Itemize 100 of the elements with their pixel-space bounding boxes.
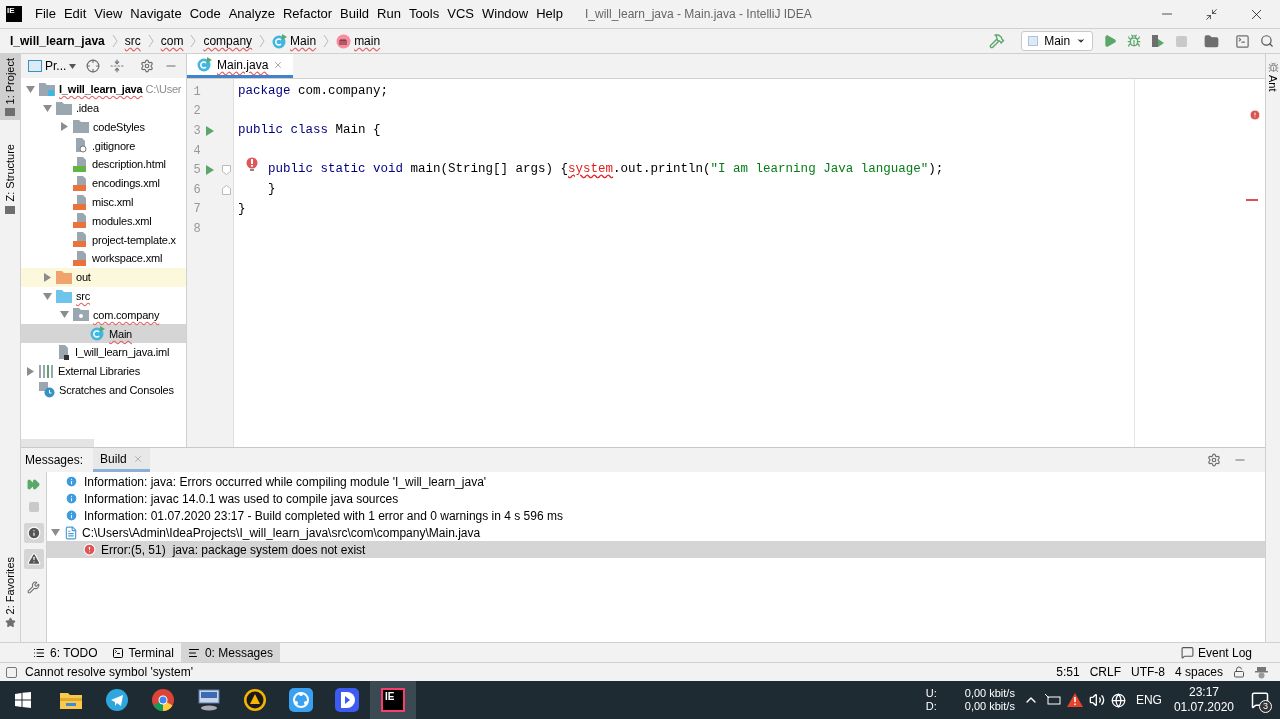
breadcrumb[interactable]: src [124, 32, 141, 50]
error-bulb-icon[interactable] [246, 157, 258, 173]
app-logo: IE [6, 6, 22, 22]
debug-icon[interactable] [1127, 34, 1141, 48]
restore-icon[interactable] [1205, 7, 1218, 21]
tree-item[interactable]: codeStyles [21, 117, 186, 137]
event-log-button[interactable]: Event Log [1180, 643, 1252, 662]
build-message[interactable]: Information: java: Errors occurred while compiling module 'I_will_learn_java' [84, 472, 487, 491]
input-language[interactable]: ENG [1135, 691, 1162, 709]
menu-item[interactable]: Tools [404, 4, 444, 24]
error-status-icon[interactable] [1249, 109, 1261, 121]
editor-tab[interactable]: Main.java [187, 54, 294, 78]
tool-window-tab[interactable]: Terminal [104, 643, 181, 662]
file-encoding[interactable]: UTF-8 [1130, 663, 1165, 681]
caret-position[interactable]: 5:51 [1056, 663, 1080, 681]
menu-item[interactable]: Window [477, 4, 533, 24]
tool-window-button[interactable]: 2: Favorites [0, 552, 20, 632]
tree-item[interactable]: out [21, 267, 186, 287]
rerun-icon[interactable] [27, 478, 40, 491]
tool-window-tab[interactable]: 0: Messages [180, 643, 280, 662]
tree-item[interactable]: modules.xml [21, 211, 186, 231]
run-icon[interactable] [1103, 34, 1117, 48]
locate-icon[interactable] [86, 59, 101, 73]
tree-item[interactable]: project-template.x [21, 230, 186, 250]
run-config-dropdown[interactable]: Main [1021, 31, 1093, 51]
breadcrumb[interactable]: company [203, 32, 253, 50]
tree-item[interactable]: Scratches and Consoles [21, 380, 186, 400]
tree-item[interactable]: I_will_learn_java.iml [21, 343, 186, 362]
status-icon[interactable] [6, 666, 17, 678]
tree-item[interactable]: com.company [21, 305, 186, 325]
indent-setting[interactable]: 4 spaces [1174, 663, 1223, 681]
run-icon[interactable] [206, 165, 215, 176]
line-separator[interactable]: CRLF [1089, 663, 1121, 681]
tree-item[interactable]: description.html [21, 155, 186, 174]
tree-item-label: .gitignore [92, 138, 136, 154]
fold-icon[interactable] [222, 184, 232, 195]
line-number: 3 [192, 123, 201, 140]
breadcrumb[interactable]: main [354, 32, 381, 50]
expand-arrow-icon[interactable] [25, 366, 35, 376]
tool-window-button[interactable]: Z: Structure [0, 140, 20, 218]
menu-item[interactable]: View [90, 4, 127, 24]
breadcrumb[interactable]: Main [290, 32, 317, 50]
status-message: Cannot resolve symbol 'system' [25, 664, 193, 681]
menu-item[interactable]: File [31, 4, 60, 24]
run-icon[interactable] [206, 126, 215, 136]
wrench-icon[interactable] [27, 581, 40, 594]
tree-item[interactable]: misc.xml [21, 192, 186, 212]
warning-icon[interactable] [1066, 693, 1083, 707]
info-filter-button[interactable] [23, 523, 44, 543]
error-message-row[interactable]: Error:(5, 51) java: package system does not exist [47, 541, 1265, 558]
view-selector[interactable]: Pr... [28, 57, 77, 75]
settings-icon[interactable] [1207, 453, 1221, 467]
menu-item[interactable]: Navigate [126, 4, 186, 24]
inspector-icon[interactable] [1255, 665, 1268, 679]
tree-item[interactable]: Main [21, 324, 186, 344]
tool-window-tab[interactable]: 6: TODO [26, 643, 105, 662]
panel-tab[interactable]: Build [93, 448, 150, 472]
menu-item[interactable]: Refactor [278, 4, 337, 24]
menu-item[interactable]: Run [373, 4, 405, 24]
collapse-arrow-icon[interactable] [51, 528, 60, 537]
tool-window-button[interactable]: Ant [1264, 75, 1280, 92]
build-message[interactable]: Information: javac 14.0.1 was used to compile java sources [84, 489, 399, 508]
build-icon[interactable] [989, 33, 1005, 49]
volume-icon[interactable] [1088, 692, 1105, 708]
breadcrumb[interactable]: com [160, 32, 184, 50]
menu-item[interactable]: VCS [443, 4, 478, 24]
scrollbar[interactable] [21, 439, 94, 447]
network-icon[interactable] [1110, 692, 1126, 708]
build-message[interactable]: C:\Users\Admin\IdeaProjects\I_will_learn_java\src\com\company\Main.java [82, 523, 481, 542]
clock[interactable]: 23:17 01.07.2020 [1173, 685, 1234, 715]
collapse-all-icon[interactable] [110, 59, 125, 73]
tree-item[interactable]: .idea [21, 98, 186, 118]
tree-item[interactable]: External Libraries [21, 361, 186, 381]
download-label: D: [925, 700, 937, 713]
breadcrumb[interactable]: I_will_learn_java [10, 32, 105, 50]
menu-item[interactable]: Build [336, 4, 373, 24]
tree-item[interactable]: workspace.xml [21, 249, 186, 268]
terminal-icon[interactable] [1235, 33, 1250, 49]
menu-item[interactable]: Analyze [224, 4, 279, 24]
battery-icon[interactable] [1044, 694, 1061, 706]
tool-window-button[interactable]: 1: Project [0, 54, 20, 121]
build-message[interactable]: Information: 01.07.2020 23:17 - Build completed with 1 error and 0 warnings in 4 s 596 ms [84, 506, 563, 525]
expand-arrow-icon[interactable] [42, 272, 52, 282]
coverage-icon[interactable] [1151, 34, 1165, 48]
menu-item[interactable]: Edit [59, 4, 91, 24]
tree-item[interactable]: .gitignore [21, 136, 186, 156]
menu-item[interactable]: Help [532, 4, 567, 24]
tree-item[interactable]: src [21, 286, 186, 306]
fold-icon[interactable] [222, 165, 232, 176]
warning-filter-button[interactable] [23, 549, 44, 569]
tree-item[interactable]: I_will_learn_java C:\User [21, 80, 186, 99]
menu-item[interactable]: Code [185, 4, 225, 24]
lock-icon[interactable] [1233, 666, 1245, 678]
notification-button[interactable]: 3 [1240, 681, 1280, 719]
search-icon[interactable] [1260, 34, 1274, 48]
taskbar-app[interactable]: IE [370, 681, 416, 719]
expand-arrow-icon[interactable] [59, 122, 69, 132]
tree-item[interactable]: encodings.xml [21, 174, 186, 193]
settings-icon[interactable] [140, 59, 155, 73]
project-structure-icon[interactable] [1204, 33, 1219, 49]
